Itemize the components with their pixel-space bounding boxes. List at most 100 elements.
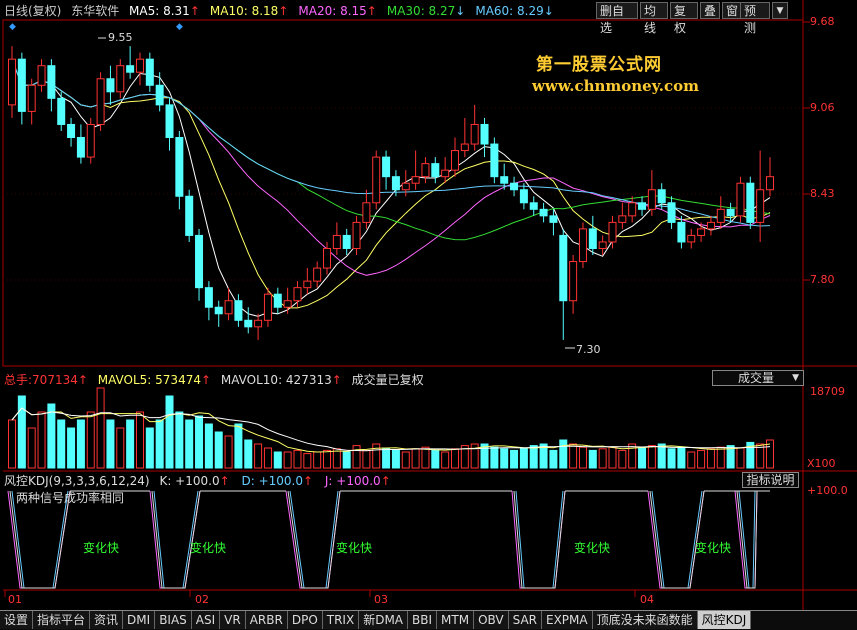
volume-bar — [608, 446, 617, 469]
tab-16[interactable]: 顶底没未来函数能 — [592, 611, 698, 629]
tab-3[interactable]: DMI — [123, 611, 156, 629]
volume-bar — [135, 411, 144, 469]
candle-body — [76, 137, 85, 158]
candle-body — [204, 287, 213, 308]
volume-bar — [254, 443, 263, 469]
tab-1[interactable]: 指标平台 — [33, 611, 91, 629]
volume-bar — [500, 448, 509, 469]
volume-bar — [529, 445, 538, 469]
kdj-d-line — [738, 490, 756, 589]
volume-bar — [578, 446, 587, 469]
candle-body — [57, 97, 66, 125]
indicator-tab-bar: 设置 指标平台 资讯 DMI BIAS ASI VR ARBR DPO TRIX 新DMA BBI MT… — [0, 610, 857, 630]
candle-body — [145, 58, 154, 86]
up-arrow-icon: ↑ — [303, 474, 314, 488]
candle-body — [165, 104, 174, 139]
candle-body — [106, 78, 115, 93]
volume-bar — [677, 446, 686, 469]
candle-body — [638, 202, 647, 210]
up-arrow-icon: ↑ — [200, 373, 212, 387]
candle-body — [647, 189, 656, 210]
volume-bar — [569, 443, 578, 469]
tab-17[interactable]: 风控KDJ — [697, 611, 752, 629]
volume-bar — [421, 446, 430, 469]
tab-11[interactable]: BBI — [408, 611, 438, 629]
volume-bar — [362, 449, 371, 469]
candle-body — [332, 234, 341, 249]
price-axis-label: 9.68 — [810, 15, 835, 28]
volume-axis-top: 18709 — [810, 385, 845, 398]
candle-body — [67, 123, 76, 139]
watermark-title: 第一股票公式网 — [536, 55, 662, 75]
volume-bar — [638, 446, 647, 469]
candle-body — [628, 202, 637, 217]
candle-body — [569, 261, 578, 302]
mavol10: MAVOL10: 427313 — [220, 373, 332, 387]
tab-10[interactable]: 新DMA — [359, 611, 409, 629]
chevron-down-icon: ▼ — [792, 373, 799, 383]
candle-body — [756, 189, 765, 223]
tab-9[interactable]: TRIX — [322, 611, 360, 629]
volume-bar — [450, 448, 459, 469]
candle-body — [135, 58, 144, 73]
tab-2[interactable]: 资讯 — [90, 611, 124, 629]
volume-bar — [57, 419, 66, 469]
candle-body — [490, 143, 499, 178]
x-axis-label: 04 — [640, 593, 654, 606]
kdj-note: 两种信号成功率相同 — [16, 491, 125, 505]
candle-body — [185, 195, 194, 236]
volume-bar — [224, 435, 233, 469]
candle-body — [500, 176, 509, 184]
kdj-signal-label: 变化快 — [336, 541, 373, 555]
volume-bar — [549, 449, 558, 469]
kdj-header: 风控KDJ(9,3,3,3,6,12,24) K: +100.0↑ D: +10… — [4, 474, 397, 488]
tab-5[interactable]: ASI — [191, 611, 221, 629]
price-axis-label: 9.06 — [810, 101, 835, 114]
candle-body — [667, 202, 676, 223]
candle-body — [155, 84, 164, 106]
tab-4[interactable]: BIAS — [155, 611, 192, 629]
candle-body — [657, 189, 666, 204]
low-price-label: 7.30 — [576, 343, 601, 356]
candle-body — [175, 137, 184, 197]
tab-14[interactable]: SAR — [508, 611, 542, 629]
tab-6[interactable]: VR — [220, 611, 246, 629]
ma-line — [11, 59, 771, 309]
volume-bar — [303, 453, 312, 469]
volume-bar — [382, 447, 391, 469]
volume-bar — [17, 395, 26, 469]
tab-12[interactable]: MTM — [437, 611, 475, 629]
indicator-select[interactable]: 成交量 ▼ — [712, 370, 804, 386]
candle-body — [588, 228, 597, 249]
candle-body — [697, 228, 706, 236]
tab-0[interactable]: 设置 — [0, 611, 34, 629]
candle-body — [716, 208, 725, 223]
mavol5: MAVOL5: 573474 — [97, 373, 201, 387]
volume-bar — [431, 449, 440, 469]
candle-body — [746, 182, 755, 223]
indicator-help-button[interactable]: 指标说明 — [742, 472, 799, 488]
kdj-axis-top: +100.0 — [807, 484, 848, 497]
tab-15[interactable]: EXPMA — [542, 611, 593, 629]
candle-body — [37, 65, 46, 86]
candle-body — [598, 241, 607, 249]
candle-body — [323, 247, 332, 269]
tab-8[interactable]: DPO — [287, 611, 323, 629]
candle-body — [480, 123, 489, 145]
ma-line — [11, 59, 771, 317]
kdj-signal-label: 变化快 — [83, 541, 120, 555]
candle-body — [116, 65, 125, 93]
stock-chart[interactable] — [0, 0, 857, 610]
candle-body — [411, 176, 420, 184]
volume-bar — [106, 419, 115, 469]
up-arrow-icon: ↑ — [219, 474, 230, 488]
candle-body — [86, 123, 95, 158]
x-axis-label: 02 — [195, 593, 209, 606]
volume-header: 总手:707134↑ MAVOL5: 573474↑ MAVOL10: 4273… — [4, 373, 430, 387]
candle-body — [283, 300, 292, 308]
candle-body — [706, 221, 715, 230]
kdj-d-line — [515, 490, 564, 589]
tab-7[interactable]: ARBR — [245, 611, 288, 629]
tab-13[interactable]: OBV — [474, 611, 509, 629]
candle-body — [460, 143, 469, 152]
